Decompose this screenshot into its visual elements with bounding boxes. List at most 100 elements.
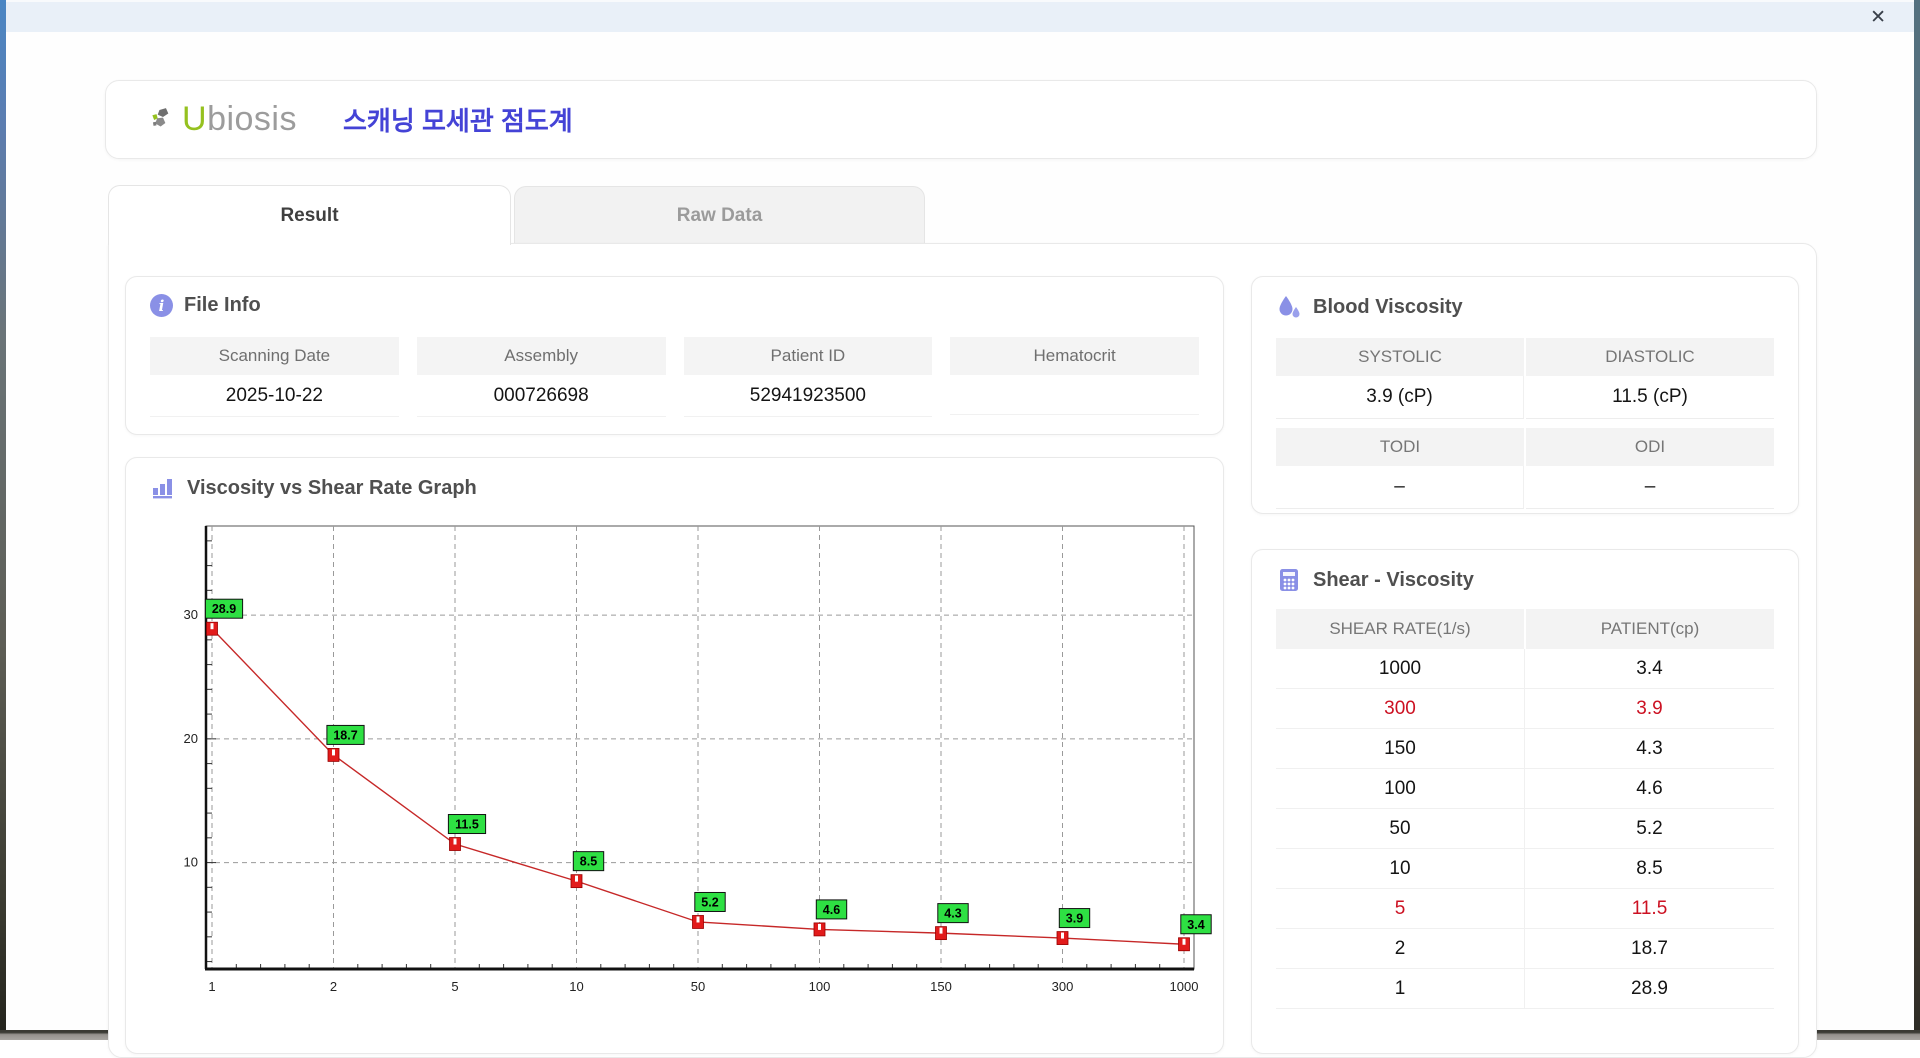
file-field-value: 000726698 [417,375,666,417]
file-field-label: Assembly [417,337,666,375]
shear-viscosity-title: Shear - Viscosity [1313,569,1474,592]
file-field-hematocrit: Hematocrit [950,337,1199,417]
page-title: 스캐닝 모세관 점도계 [343,101,573,138]
blood-viscosity-card: Blood Viscosity SYSTOLICDIASTOLIC3.9 (cP… [1251,276,1799,514]
sv-cell-shear-rate: 50 [1276,809,1525,849]
file-field-scanning-date: Scanning Date2025-10-22 [150,337,399,417]
svg-text:18.7: 18.7 [333,728,357,742]
file-field-value: 52941923500 [684,375,933,417]
file-info-fields: Scanning Date2025-10-22Assembly000726698… [150,337,1199,417]
bv-header-cell: SYSTOLIC [1276,338,1524,376]
x-tick-label: 10 [569,979,583,994]
sv-cell-patient: 8.5 [1525,849,1774,889]
graph-card: Viscosity vs Shear Rate Graph 10 20 30 1 2 5 1… [125,457,1224,1054]
sv-cell-patient: 5.2 [1525,809,1774,849]
x-tick-label: 150 [930,979,952,994]
sv-cell-shear-rate: 150 [1276,729,1525,769]
y-tick-label: 20 [184,731,198,746]
sv-cell-shear-rate: 5 [1276,889,1525,929]
blood-viscosity-title: Blood Viscosity [1313,296,1463,319]
bv-group: SYSTOLICDIASTOLIC3.9 (cP)11.5 (cP) [1276,338,1774,419]
sv-header-cell: PATIENT(cp) [1526,609,1774,649]
table-row: 108.5 [1276,849,1774,889]
blood-viscosity-table: SYSTOLICDIASTOLIC3.9 (cP)11.5 (cP)TODIOD… [1276,338,1774,509]
svg-text:8.5: 8.5 [580,855,597,869]
table-row: 1504.3 [1276,729,1774,769]
file-info-title: File Info [184,294,261,317]
x-tick-label: 300 [1052,979,1074,994]
bv-header-row: SYSTOLICDIASTOLIC [1276,338,1774,376]
sv-cell-shear-rate: 10 [1276,849,1525,889]
x-tick-label: 50 [691,979,705,994]
header-card: Ubiosis 스캐닝 모세관 점도계 [105,80,1817,159]
sv-cell-patient: 3.4 [1525,649,1774,689]
table-row: 218.7 [1276,929,1774,969]
bv-header-cell: TODI [1276,428,1524,466]
sv-cell-patient: 3.9 [1525,689,1774,729]
table-row: 10003.4 [1276,649,1774,689]
bv-header-row: TODIODI [1276,428,1774,466]
info-icon: i [150,294,173,317]
table-row: 1004.6 [1276,769,1774,809]
logo-text: Ubiosis [182,100,297,139]
workspace: Ubiosis 스캐닝 모세관 점도계 Result Raw Data i Fi… [6,32,1914,1030]
bv-header-cell: DIASTOLIC [1526,338,1774,376]
file-field-label: Hematocrit [950,337,1199,375]
svg-text:28.9: 28.9 [212,602,236,616]
file-field-value: 2025-10-22 [150,375,399,417]
close-icon[interactable]: ✕ [1870,7,1886,29]
file-field-value [950,375,1199,415]
bv-value-cell: 11.5 (cP) [1526,376,1774,419]
sv-header-row: SHEAR RATE(1/s)PATIENT(cp) [1276,609,1774,649]
sv-cell-shear-rate: 100 [1276,769,1525,809]
tab-raw-data[interactable]: Raw Data [514,186,925,244]
x-tick-label: 1 [208,979,215,994]
sv-cell-shear-rate: 300 [1276,689,1525,729]
sv-cell-patient: 11.5 [1525,889,1774,929]
sv-cell-patient: 4.6 [1525,769,1774,809]
y-tick-label: 30 [184,607,198,622]
shear-viscosity-card: Shear - Viscosity SHEAR RATE(1/s)PATIENT… [1251,549,1799,1054]
bv-value-row: 3.9 (cP)11.5 (cP) [1276,376,1774,419]
svg-text:4.6: 4.6 [823,903,840,917]
file-field-assembly: Assembly000726698 [417,337,666,417]
logo: Ubiosis [150,100,297,139]
droplets-icon [1276,294,1302,320]
table-row: 511.5 [1276,889,1774,929]
file-field-label: Patient ID [684,337,933,375]
tab-result[interactable]: Result [108,185,511,245]
svg-text:5.2: 5.2 [701,895,718,909]
table-row: 128.9 [1276,969,1774,1009]
x-tick-label: 5 [451,979,458,994]
x-tick-label: 1000 [1170,979,1199,994]
shear-viscosity-table: SHEAR RATE(1/s)PATIENT(cp)10003.43003.91… [1276,609,1774,1009]
file-field-label: Scanning Date [150,337,399,375]
svg-text:3.4: 3.4 [1187,918,1204,932]
sv-header-cell: SHEAR RATE(1/s) [1276,609,1524,649]
x-tick-label: 100 [809,979,831,994]
svg-text:11.5: 11.5 [455,818,479,832]
sv-cell-shear-rate: 1000 [1276,649,1525,689]
table-row: 3003.9 [1276,689,1774,729]
bv-header-cell: ODI [1526,428,1774,466]
sv-cell-patient: 28.9 [1525,969,1774,1009]
calculator-icon [1276,567,1302,593]
bv-group: TODIODI–– [1276,428,1774,509]
file-field-patient-id: Patient ID52941923500 [684,337,933,417]
bv-value-cell: – [1276,466,1524,509]
window-edge-right [1914,0,1920,1040]
viscosity-chart: 1020301251050100150300100028.918.711.58.… [154,514,1214,1024]
sv-cell-shear-rate: 2 [1276,929,1525,969]
svg-text:4.3: 4.3 [944,907,961,921]
sv-cell-patient: 18.7 [1525,929,1774,969]
ubiosis-logo-icon [150,107,176,133]
x-tick-label: 2 [330,979,337,994]
sv-cell-shear-rate: 1 [1276,969,1525,1009]
bar-chart-icon [150,475,176,501]
bv-value-cell: 3.9 (cP) [1276,376,1524,419]
window-titlebar: ✕ [6,0,1914,32]
file-info-card: i File Info Scanning Date2025-10-22Assem… [125,276,1224,435]
table-row: 505.2 [1276,809,1774,849]
graph-title: Viscosity vs Shear Rate Graph [187,477,477,500]
sv-cell-patient: 4.3 [1525,729,1774,769]
